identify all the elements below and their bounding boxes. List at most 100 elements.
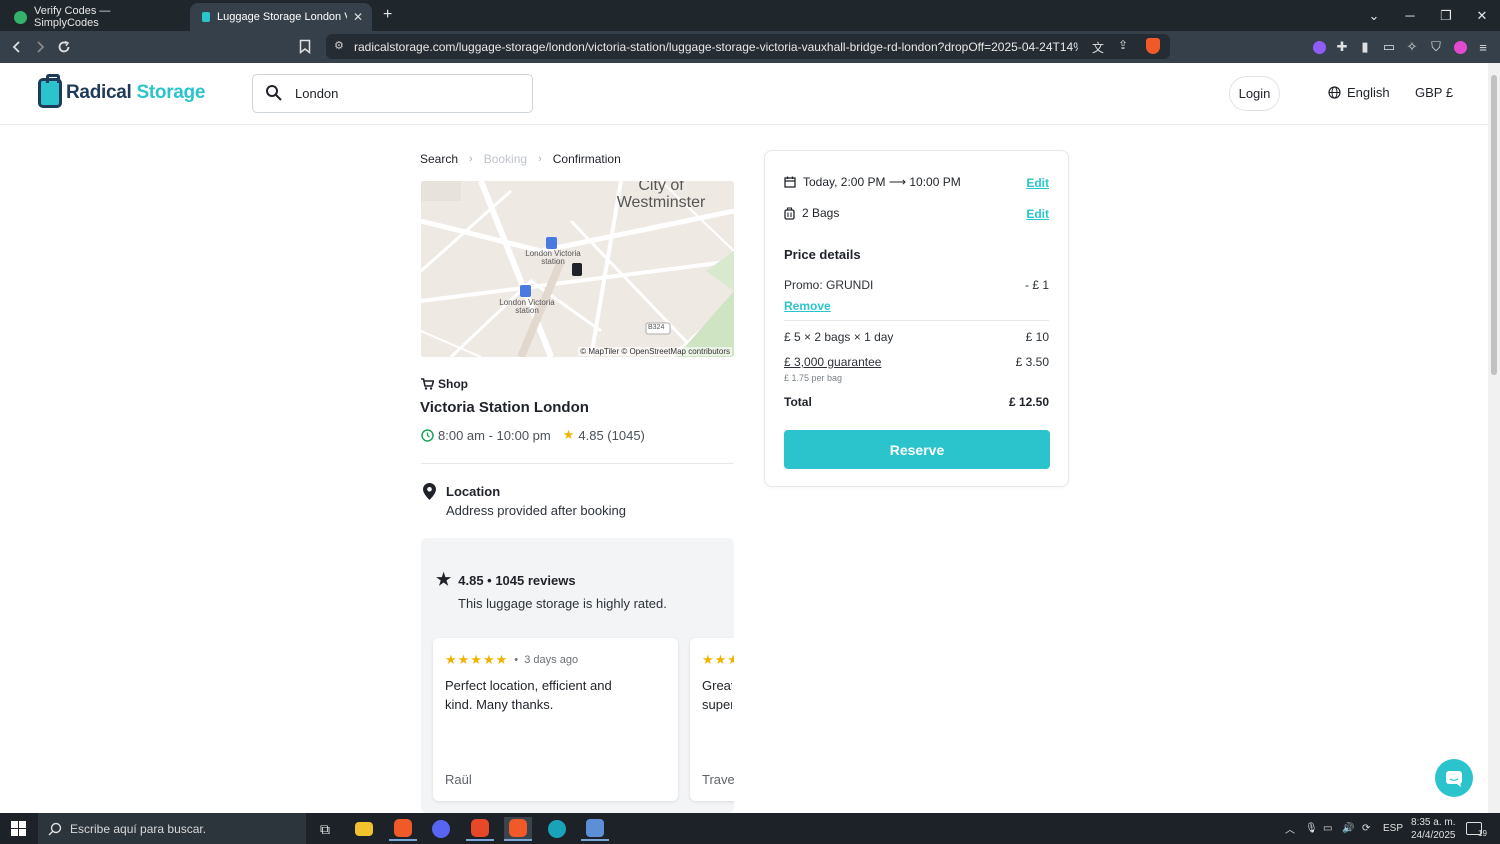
review-card[interactable]: ★★★ Great super Trave (690, 638, 734, 801)
logo[interactable]: Radical Storage (38, 74, 205, 108)
site-info-icon[interactable]: ⚙ (334, 39, 344, 52)
brave-shields-icon[interactable] (1146, 38, 1160, 54)
star-icon: ★ (436, 570, 452, 589)
search-icon (266, 85, 282, 101)
globe-icon (1328, 86, 1341, 99)
clock[interactable]: 8:35 a. m. 24/4/2025 (1411, 813, 1456, 844)
scrollbar-thumb[interactable] (1491, 75, 1497, 375)
site-header: Radical Storage Login English GBP £ (0, 63, 1488, 125)
guarantee-note: £ 1.75 per bag (784, 373, 843, 383)
location-search[interactable] (252, 74, 533, 113)
price-line-value: £ 10 (1025, 330, 1049, 344)
tab-simplycodes[interactable]: Verify Codes — SimplyCodes (4, 3, 188, 31)
currency-selector[interactable]: GBP £ (1415, 85, 1453, 100)
review-card[interactable]: ★★★★★ • 3 days ago Perfect location, eff… (433, 638, 678, 801)
booking-date-row: Today, 2:00 PM ⟶ 10:00 PM (784, 175, 961, 189)
chat-widget-button[interactable] (1435, 759, 1473, 797)
luggage-icon (784, 206, 795, 220)
sidebar-icon[interactable]: ▮ (1355, 37, 1375, 57)
map-area-label: City of Westminster (616, 181, 706, 211)
vpn-icon[interactable]: ⛉ (1426, 37, 1446, 57)
new-tab-button[interactable]: + (383, 6, 392, 24)
brave-profile-icon[interactable] (466, 817, 494, 841)
calendar-icon (784, 176, 796, 188)
taskbar-search-placeholder: Escribe aquí para buscar. (70, 821, 207, 836)
app-icon[interactable] (581, 817, 609, 841)
total-value: £ 12.50 (1008, 395, 1049, 409)
station-marker-icon (520, 285, 531, 297)
task-view-icon[interactable]: ⧉ (311, 817, 339, 841)
start-button[interactable] (0, 813, 37, 844)
location-subtitle: Address provided after booking (446, 503, 626, 518)
bookmark-icon[interactable] (299, 39, 311, 59)
tray-overflow-icon[interactable]: ︿ (1285, 813, 1295, 844)
wallet-icon[interactable]: ▭ (1379, 37, 1399, 57)
review-author: Raül (445, 772, 472, 787)
total-label: Total (784, 395, 812, 409)
reviews-panel: ★ 4.85 • 1045 reviews This luggage stora… (421, 538, 734, 813)
road-label: B324 (648, 324, 665, 331)
edit-date-link[interactable]: Edit (1026, 176, 1049, 190)
listing-meta: 8:00 am - 10:00 pm ★ 4.85 (1045) (421, 427, 645, 443)
volume-icon[interactable]: 🔊 (1342, 813, 1354, 844)
luggage-logo-icon (38, 74, 62, 108)
breadcrumb-search[interactable]: Search (420, 152, 458, 166)
vpn-app-icon[interactable] (543, 817, 571, 841)
minimize-button[interactable]: ─ (1392, 0, 1428, 31)
edit-bags-link[interactable]: Edit (1026, 207, 1049, 221)
tab-title: Verify Codes — SimplyCodes (33, 5, 111, 29)
input-language[interactable]: ESP (1383, 813, 1403, 844)
booking-bags: 2 Bags (802, 206, 840, 220)
clock-icon (421, 428, 434, 442)
guarantee-link[interactable]: £ 3,000 guarantee (784, 355, 881, 369)
station-label: London Victoria station (499, 298, 555, 315)
address-bar[interactable]: ⚙ radicalstorage.com/luggage-storage/lon… (326, 34, 1170, 59)
tab-radical-storage[interactable]: Luggage Storage London Victo ✕ (190, 3, 372, 31)
menu-icon[interactable]: ≡ (1473, 37, 1493, 57)
forward-button[interactable] (28, 35, 52, 59)
language-label: English (1347, 85, 1390, 100)
discord-icon[interactable] (427, 817, 455, 841)
close-window-button[interactable]: ✕ (1464, 0, 1500, 31)
ai-icon[interactable]: ✧ (1402, 37, 1422, 57)
leo-icon[interactable] (1309, 37, 1329, 57)
search-input[interactable] (295, 83, 515, 103)
microphone-icon[interactable]: 🎙 (1305, 813, 1318, 844)
share-icon[interactable]: ⇪ (1118, 38, 1128, 52)
remove-promo-link[interactable]: Remove (784, 299, 831, 313)
location-title: Location (446, 484, 501, 499)
shop-type-label: Shop (438, 377, 468, 391)
reserve-button[interactable]: Reserve (784, 430, 1050, 469)
review-text: Perfect location, efficient and kind. Ma… (445, 678, 612, 712)
review-author: Trave (702, 772, 734, 787)
clock-time: 8:35 a. m. (1411, 816, 1456, 828)
brave-taskbar-icon[interactable] (389, 817, 417, 841)
network-icon[interactable]: ▭ (1323, 813, 1332, 844)
taskbar-search[interactable]: Escribe aquí para buscar. (38, 813, 306, 844)
breadcrumb-booking: Booking (483, 152, 528, 166)
file-explorer-icon[interactable] (350, 817, 378, 841)
close-tab-icon[interactable]: ✕ (353, 10, 363, 24)
review-stars: ★★★★★ (445, 652, 509, 667)
windows-logo-icon (11, 821, 26, 836)
profile-icon[interactable] (1450, 37, 1470, 57)
translate-icon[interactable]: 文 (1092, 39, 1104, 56)
sync-icon[interactable]: ⟳ (1362, 813, 1370, 844)
extensions-icon[interactable]: ✚ (1332, 37, 1352, 57)
map-credit[interactable]: © MapTiler © OpenStreetMap contributors (578, 347, 732, 356)
luggage-pin-icon[interactable] (572, 263, 582, 276)
back-button[interactable] (5, 35, 29, 59)
tab-list-icon[interactable]: ⌄ (1356, 0, 1392, 31)
reload-button[interactable] (52, 35, 76, 59)
cart-icon (421, 378, 434, 390)
brave-active-icon[interactable] (504, 817, 532, 841)
login-button[interactable]: Login (1229, 76, 1280, 111)
language-selector[interactable]: English (1328, 85, 1390, 100)
shop-type: Shop (421, 377, 468, 391)
notifications-icon[interactable]: 19 (1466, 813, 1487, 844)
listing-title: Victoria Station London (420, 399, 589, 416)
restore-button[interactable]: ❐ (1428, 0, 1464, 31)
page-scrollbar[interactable] (1488, 63, 1500, 813)
location-map[interactable]: City of Westminster London Victoria statio… (421, 181, 734, 357)
review-stars: ★★★ (702, 652, 734, 667)
